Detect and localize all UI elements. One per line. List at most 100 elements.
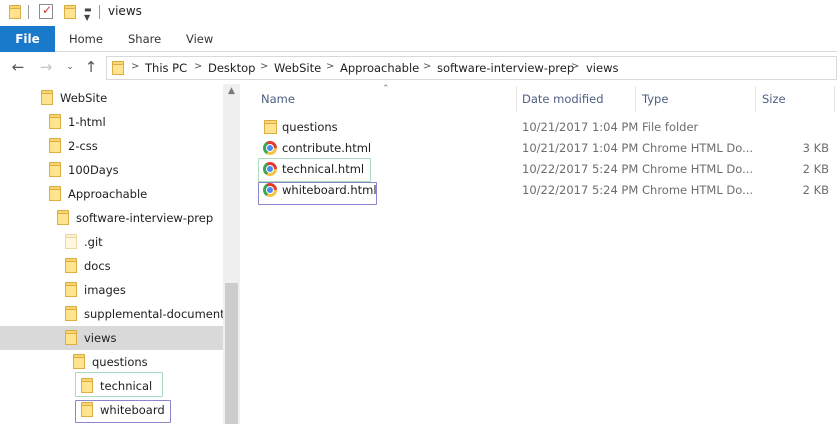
navigation-bar: ← → ⌄ ↑ > This PC > Desktop > WebSite > … [0, 54, 837, 82]
file-type: Chrome HTML Do... [642, 141, 754, 155]
highlight-box-whiteboard [75, 400, 171, 423]
file-date-modified: 10/21/2017 1:04 PM [522, 141, 639, 155]
folder-icon [57, 210, 69, 225]
file-size: 2 KB [802, 162, 829, 176]
nav-item-software-interview-prep[interactable]: software-interview-prep [0, 206, 223, 230]
new-folder-icon[interactable] [64, 5, 76, 19]
ribbon: File Home Share View [0, 26, 837, 52]
chevron-right-icon[interactable]: > [194, 61, 202, 72]
nav-item-1-html[interactable]: 1-html [0, 110, 223, 134]
nav-item-label: 1-html [68, 115, 106, 129]
nav-item-label: questions [92, 355, 148, 369]
sort-ascending-icon: ⌃ [382, 84, 390, 94]
folder-icon [49, 186, 61, 201]
column-header-date-modified[interactable]: Date modified [522, 92, 604, 106]
folder-icon [65, 258, 77, 273]
highlight-box-technical-html [258, 158, 371, 182]
tab-home[interactable]: Home [69, 26, 103, 52]
breadcrumb-software-interview-prep[interactable]: software-interview-prep [437, 61, 574, 75]
chevron-right-icon[interactable]: > [131, 61, 139, 72]
properties-icon[interactable]: ✓ [39, 3, 53, 19]
breadcrumb-approachable[interactable]: Approachable [340, 61, 419, 75]
folder-icon [73, 354, 85, 369]
file-name: questions [282, 120, 338, 134]
nav-item-label: .git [84, 235, 103, 249]
breadcrumb-views[interactable]: views [586, 61, 618, 75]
nav-item-images[interactable]: images [0, 278, 223, 302]
chevron-right-icon[interactable]: > [326, 61, 334, 72]
forward-arrow-icon[interactable]: → [36, 57, 56, 77]
navigation-scrollbar[interactable]: ▲ [223, 84, 240, 424]
folder-icon [264, 120, 277, 134]
highlight-box-whiteboard-html [258, 182, 377, 205]
nav-item-label: 100Days [68, 163, 119, 177]
nav-item-label: supplemental-documentat [84, 307, 237, 321]
folder-icon [49, 138, 61, 153]
nav-item-git[interactable]: .git [0, 230, 223, 254]
file-row-questions[interactable]: questions 10/21/2017 1:04 PM File folder [256, 117, 837, 138]
nav-item-website[interactable]: WebSite [0, 86, 223, 110]
folder-icon [49, 162, 61, 177]
file-row-contribute-html[interactable]: contribute.html 10/21/2017 1:04 PM Chrom… [256, 138, 837, 159]
folder-icon [112, 61, 124, 75]
chevron-right-icon[interactable]: > [260, 61, 268, 72]
file-type: Chrome HTML Do... [642, 183, 754, 197]
title-separator [28, 5, 29, 19]
folder-icon [49, 114, 61, 129]
chrome-icon [263, 141, 277, 155]
file-list: ⌃ Name Date modified Type Size questions… [241, 84, 837, 424]
column-header-type[interactable]: Type [642, 92, 668, 106]
column-header-name[interactable]: Name [261, 92, 295, 106]
column-divider[interactable] [516, 86, 517, 112]
breadcrumb-website[interactable]: WebSite [274, 61, 321, 75]
nav-item-label: docs [84, 259, 111, 273]
title-separator [99, 5, 100, 19]
column-divider[interactable] [635, 86, 636, 112]
title-bar: ✓ ▬ ▼ views [0, 0, 837, 24]
breadcrumb-this-pc[interactable]: This PC [145, 61, 187, 75]
file-type: File folder [642, 120, 699, 134]
address-bar[interactable]: > This PC > Desktop > WebSite > Approach… [106, 56, 837, 80]
folder-icon [65, 330, 77, 345]
chevron-right-icon[interactable]: > [571, 61, 579, 72]
nav-item-label: WebSite [60, 91, 108, 105]
up-arrow-icon[interactable]: ↑ [81, 57, 101, 77]
nav-item-questions[interactable]: questions [0, 350, 223, 374]
tab-file[interactable]: File [0, 26, 55, 52]
scrollbar-thumb[interactable] [225, 283, 238, 424]
file-date-modified: 10/21/2017 1:04 PM [522, 120, 639, 134]
folder-icon [9, 5, 21, 19]
navigation-pane: WebSite 1-html 2-css 100Days Approachabl… [0, 84, 240, 424]
nav-item-100days[interactable]: 100Days [0, 158, 223, 182]
folder-icon [65, 282, 77, 297]
chevron-right-icon[interactable]: > [423, 61, 431, 72]
folder-icon [65, 306, 77, 321]
customize-toolbar-icon[interactable]: ▬ ▼ [84, 6, 92, 22]
breadcrumb-desktop[interactable]: Desktop [208, 61, 255, 75]
nav-item-label: Approachable [68, 187, 148, 201]
scroll-up-icon[interactable]: ▲ [223, 86, 240, 96]
nav-item-supplemental-documentation[interactable]: supplemental-documentat [0, 302, 236, 326]
highlight-box-technical [75, 372, 163, 397]
file-size: 3 KB [802, 141, 829, 155]
nav-item-label: views [84, 331, 117, 345]
nav-item-2-css[interactable]: 2-css [0, 134, 223, 158]
chevron-down-icon[interactable]: ⌄ [60, 57, 80, 77]
hidden-folder-icon [65, 234, 77, 249]
nav-item-label: images [84, 283, 126, 297]
nav-item-views[interactable]: views [0, 326, 223, 350]
nav-item-docs[interactable]: docs [0, 254, 223, 278]
file-date-modified: 10/22/2017 5:24 PM [522, 162, 639, 176]
nav-item-label: software-interview-prep [76, 211, 214, 225]
folder-icon [41, 90, 53, 105]
column-header-size[interactable]: Size [762, 92, 786, 106]
file-type: Chrome HTML Do... [642, 162, 754, 176]
nav-item-label: 2-css [68, 139, 98, 153]
tab-view[interactable]: View [186, 26, 213, 52]
tab-share[interactable]: Share [128, 26, 161, 52]
column-divider[interactable] [834, 86, 835, 112]
column-divider[interactable] [755, 86, 756, 112]
window-title: views [108, 4, 142, 18]
back-arrow-icon[interactable]: ← [8, 57, 28, 77]
nav-item-approachable[interactable]: Approachable [0, 182, 223, 206]
